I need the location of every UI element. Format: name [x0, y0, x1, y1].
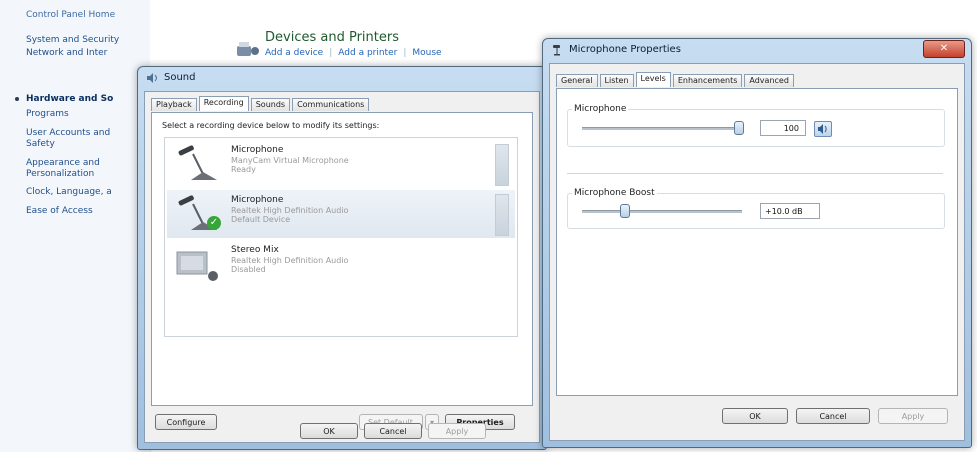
device-description: ManyCam Virtual Microphone Ready	[231, 156, 349, 174]
page-title: Devices and Printers	[265, 30, 399, 45]
recording-instruction: Select a recording device below to modif…	[162, 121, 380, 130]
mic-properties-client: General Listen Levels Enhancements Advan…	[549, 63, 965, 441]
sidebar-item-network[interactable]: Network and Inter	[26, 48, 146, 59]
microphone-level-input[interactable]: 100	[760, 120, 806, 136]
microphone-boost-group: Microphone Boost +10.0 dB	[567, 188, 945, 229]
microphone-slider-thumb[interactable]	[734, 121, 744, 135]
ok-button[interactable]: OK	[722, 408, 788, 424]
tab-advanced[interactable]: Advanced	[744, 74, 794, 87]
microphone-level-group: Microphone 100	[567, 104, 945, 147]
device-name: Stereo Mix	[231, 245, 279, 255]
apply-button[interactable]: Apply	[878, 408, 948, 424]
tab-levels[interactable]: Levels	[635, 72, 671, 87]
device-description: Realtek High Definition Audio Disabled	[231, 256, 349, 274]
list-item-device[interactable]: ✓ Microphone Realtek High Definition Aud…	[167, 190, 515, 238]
mute-toggle-button[interactable]	[814, 121, 832, 137]
sound-tabs: Playback Recording Sounds Communications	[151, 96, 371, 112]
tab-listen[interactable]: Listen	[599, 74, 634, 87]
sidebar-item-system-and-security[interactable]: System and Security	[26, 35, 146, 46]
tab-sounds[interactable]: Sounds	[250, 98, 291, 111]
sound-window: Sound Playback Recording Sounds Communic…	[137, 66, 547, 450]
tab-enhancements[interactable]: Enhancements	[672, 74, 743, 87]
divider	[567, 173, 943, 174]
sound-titlebar[interactable]: Sound	[138, 67, 546, 89]
close-button[interactable]: ✕	[923, 40, 965, 58]
mic-properties-titlebar[interactable]: Microphone Properties ✕	[543, 39, 971, 61]
cancel-button[interactable]: Cancel	[796, 408, 870, 424]
configure-button[interactable]: Configure	[155, 414, 217, 430]
sidebar-item-appearance[interactable]: Appearance and Personalization	[26, 158, 146, 180]
recording-device-list: Microphone ManyCam Virtual Microphone Re…	[164, 137, 518, 337]
sidebar-item-control-panel-home[interactable]: Control Panel Home	[26, 10, 146, 21]
device-name: Microphone	[231, 195, 284, 205]
tab-playback[interactable]: Playback	[151, 98, 197, 111]
mic-properties-tabs: General Listen Levels Enhancements Advan…	[556, 72, 796, 88]
level-meter	[495, 194, 509, 236]
sidebar-item-clock-language[interactable]: Clock, Language, a	[26, 187, 146, 198]
boost-slider-track[interactable]	[582, 210, 742, 213]
stereo-mix-icon	[176, 251, 218, 281]
device-name: Microphone	[231, 145, 284, 155]
level-meter	[495, 144, 509, 186]
speaker-icon	[147, 73, 157, 83]
levels-panel: Microphone 100 Microphone Boost +10.0 dB	[556, 88, 958, 396]
list-item-device[interactable]: Microphone ManyCam Virtual Microphone Re…	[167, 140, 515, 188]
speaker-volume-icon	[818, 124, 827, 134]
sidebar-item-programs[interactable]: Programs	[26, 109, 146, 120]
ok-button[interactable]: OK	[300, 423, 358, 439]
selected-bullet-icon	[15, 97, 19, 101]
microphone-small-icon	[553, 45, 560, 56]
sidebar-item-hardware-and-sound[interactable]: Hardware and So	[26, 94, 146, 105]
tab-communications[interactable]: Communications	[292, 98, 370, 111]
sidebar-item-ease-of-access[interactable]: Ease of Access	[26, 206, 146, 217]
default-check-icon: ✓	[207, 216, 221, 230]
sound-client-area: Playback Recording Sounds Communications…	[144, 91, 540, 443]
device-description: Realtek High Definition Audio Default De…	[231, 206, 349, 224]
tab-recording[interactable]: Recording	[198, 96, 249, 111]
sound-window-title: Sound	[164, 72, 196, 83]
tab-general[interactable]: General	[556, 74, 598, 87]
apply-button[interactable]: Apply	[428, 423, 486, 439]
boost-value-field: +10.0 dB	[760, 203, 820, 219]
header-links: Add a device | Add a printer | Mouse	[265, 48, 442, 58]
microphone-boost-label: Microphone Boost	[572, 188, 657, 198]
add-printer-link[interactable]: Add a printer	[338, 48, 397, 58]
add-device-link[interactable]: Add a device	[265, 48, 323, 58]
microphone-icon	[178, 145, 217, 180]
devices-printers-icon	[237, 42, 259, 56]
sidebar-item-user-accounts[interactable]: User Accounts and Safety	[26, 128, 146, 150]
boost-slider-thumb[interactable]	[620, 204, 630, 218]
cancel-button[interactable]: Cancel	[364, 423, 422, 439]
mic-properties-title: Microphone Properties	[569, 44, 681, 55]
recording-panel: Select a recording device below to modif…	[151, 112, 533, 406]
list-item-device[interactable]: Stereo Mix Realtek High Definition Audio…	[167, 240, 515, 288]
microphone-level-label: Microphone	[572, 104, 629, 114]
close-icon: ✕	[939, 43, 949, 54]
mouse-link[interactable]: Mouse	[412, 48, 441, 58]
microphone-slider-track[interactable]	[582, 127, 742, 130]
control-panel-sidebar: Control Panel Home System and Security N…	[0, 0, 151, 452]
microphone-properties-window: Microphone Properties ✕ General Listen L…	[542, 38, 972, 448]
